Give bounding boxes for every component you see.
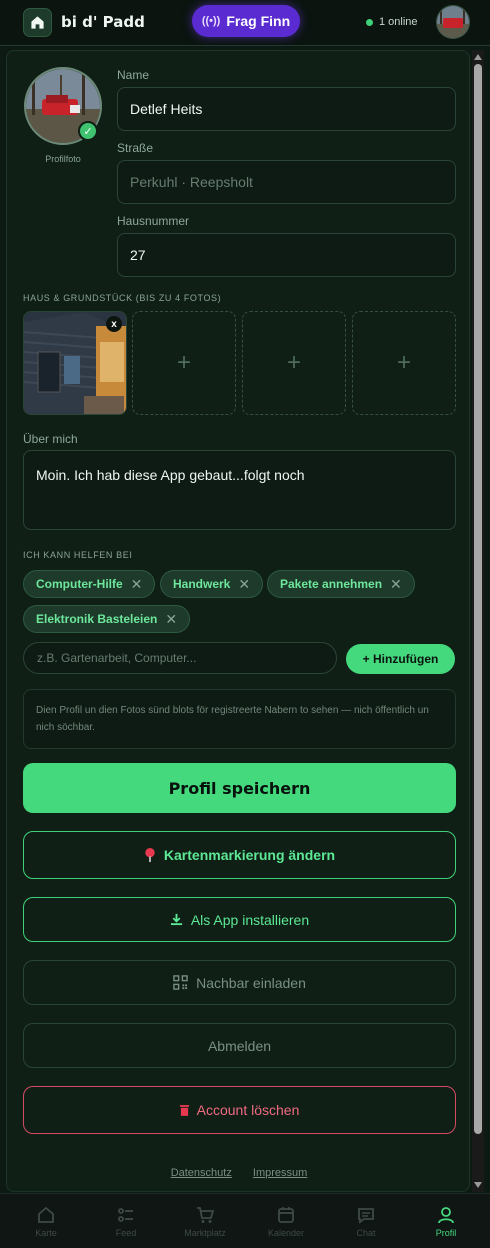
nav-label: Chat [356, 1228, 376, 1238]
scrollbar-thumb[interactable] [474, 64, 482, 1134]
top-bar: bi d' Padd ((•)) Frag Finn 1 online [0, 0, 490, 46]
about-label: Über mich [23, 432, 78, 446]
house-photos-label: HAUS & GRUNDSTÜCK (BIS ZU 4 FOTOS) [23, 293, 222, 303]
nav-item-calendar[interactable]: Kalender [246, 1194, 326, 1248]
skill-chip-label: Pakete annehmen [280, 577, 383, 591]
nav-item-chat[interactable]: Chat [326, 1194, 406, 1248]
verified-check-icon: ✓ [78, 121, 98, 141]
nav-label: Marktplatz [184, 1228, 226, 1238]
street-field[interactable]: Perkuhl · Reepsholt [117, 160, 456, 204]
change-map-marker-button[interactable]: Kartenmarkierung ändern [23, 831, 456, 879]
remove-skill-icon[interactable]: ✕ [238, 576, 250, 593]
profile-photo-label: Profilfoto [45, 154, 81, 164]
profile-photo[interactable]: ✓ [24, 67, 102, 145]
broadcast-icon: ((•)) [201, 15, 221, 27]
online-dot-icon [366, 18, 373, 26]
skill-chip: Elektronik Basteleien ✕ [23, 605, 191, 633]
calendar-icon [278, 1207, 294, 1223]
add-photo-slot-3[interactable]: + [242, 311, 346, 415]
bottom-nav: Karte Feed Marktplatz Kalender Chat Prof… [0, 1193, 490, 1248]
privacy-link[interactable]: Datenschutz [171, 1167, 232, 1179]
delete-account-button[interactable]: Account löschen [23, 1086, 456, 1134]
cart-icon [197, 1207, 215, 1223]
skill-chip-label: Elektronik Basteleien [36, 612, 158, 626]
skill-chip: Handwerk ✕ [160, 570, 264, 598]
home-button[interactable] [23, 8, 52, 37]
invite-neighbor-button[interactable]: Nachbar einladen [23, 960, 456, 1005]
skills-label: ICH KANN HELFEN BEI [23, 550, 133, 560]
map-icon [38, 1206, 54, 1223]
trash-icon [179, 1105, 189, 1116]
add-skill-button[interactable]: + Hinzufügen [346, 644, 455, 674]
street-label: Straße [117, 141, 154, 155]
nav-label: Profil [435, 1228, 457, 1238]
scrollbar[interactable] [472, 50, 484, 1192]
delete-account-label: Account löschen [196, 1102, 300, 1118]
qr-code-icon [173, 975, 188, 990]
profile-icon [438, 1207, 454, 1224]
nav-label: Kalender [267, 1228, 305, 1238]
profile-card: ✓ Profilfoto Name Detlef Heits Straße Pe… [6, 50, 470, 1192]
install-app-button[interactable]: Als App installieren [23, 897, 456, 942]
add-photo-slot-2[interactable]: + [132, 311, 236, 415]
online-status-label: 1 online [379, 16, 418, 28]
house-number-field[interactable]: 27 [117, 233, 456, 277]
footer-links: Datenschutz Impressum [7, 1167, 469, 1179]
logout-button[interactable]: Abmelden [23, 1023, 456, 1068]
scroll-down-icon[interactable] [474, 1182, 482, 1188]
change-map-marker-label: Kartenmarkierung ändern [163, 847, 336, 863]
name-label: Name [117, 68, 150, 82]
name-field[interactable]: Detlef Heits [117, 87, 456, 131]
skill-input[interactable]: z.B. Gartenarbeit, Computer... [23, 642, 337, 674]
remove-photo-button[interactable]: x [106, 316, 122, 332]
skill-chip-label: Handwerk [173, 577, 231, 591]
remove-skill-icon[interactable]: ✕ [131, 576, 143, 593]
app-title: bi d' Padd [61, 13, 145, 31]
pin-icon [145, 847, 155, 862]
house-number-label: Hausnummer [117, 214, 190, 228]
skill-chip: Pakete annehmen ✕ [267, 570, 415, 598]
avatar-image [437, 6, 469, 38]
chat-icon [358, 1208, 374, 1224]
remove-skill-icon[interactable]: ✕ [390, 576, 402, 593]
download-icon [170, 913, 182, 926]
house-photo-1[interactable]: x [23, 311, 127, 415]
feed-icon [118, 1208, 133, 1222]
invite-neighbor-label: Nachbar einladen [196, 974, 306, 991]
remove-skill-icon[interactable]: ✕ [165, 611, 177, 628]
skill-chip: Computer-Hilfe ✕ [23, 570, 156, 598]
imprint-link[interactable]: Impressum [253, 1167, 307, 1179]
about-textarea[interactable]: Moin. Ich hab diese App gebaut...folgt n… [23, 450, 456, 530]
nav-item-profile[interactable]: Profil [406, 1194, 486, 1248]
nav-item-feed[interactable]: Feed [86, 1194, 166, 1248]
add-photo-slot-4[interactable]: + [352, 311, 456, 415]
nav-label: Feed [115, 1228, 137, 1238]
nav-item-map[interactable]: Karte [6, 1194, 86, 1248]
skill-chip-label: Computer-Hilfe [36, 577, 123, 591]
online-status: 1 online [366, 16, 418, 28]
home-icon [31, 16, 44, 29]
nav-label: Karte [35, 1228, 57, 1238]
save-profile-button[interactable]: Profil speichern [23, 763, 456, 813]
user-avatar[interactable] [436, 5, 470, 39]
ask-finn-label: Frag Finn [226, 13, 291, 29]
nav-item-marketplace[interactable]: Marktplatz [165, 1194, 245, 1248]
privacy-note: Dien Profil un dien Fotos sünd blots för… [23, 689, 456, 749]
install-app-label: Als App installieren [190, 911, 310, 928]
ask-finn-button[interactable]: ((•)) Frag Finn [192, 5, 300, 37]
scroll-up-icon[interactable] [474, 54, 482, 60]
